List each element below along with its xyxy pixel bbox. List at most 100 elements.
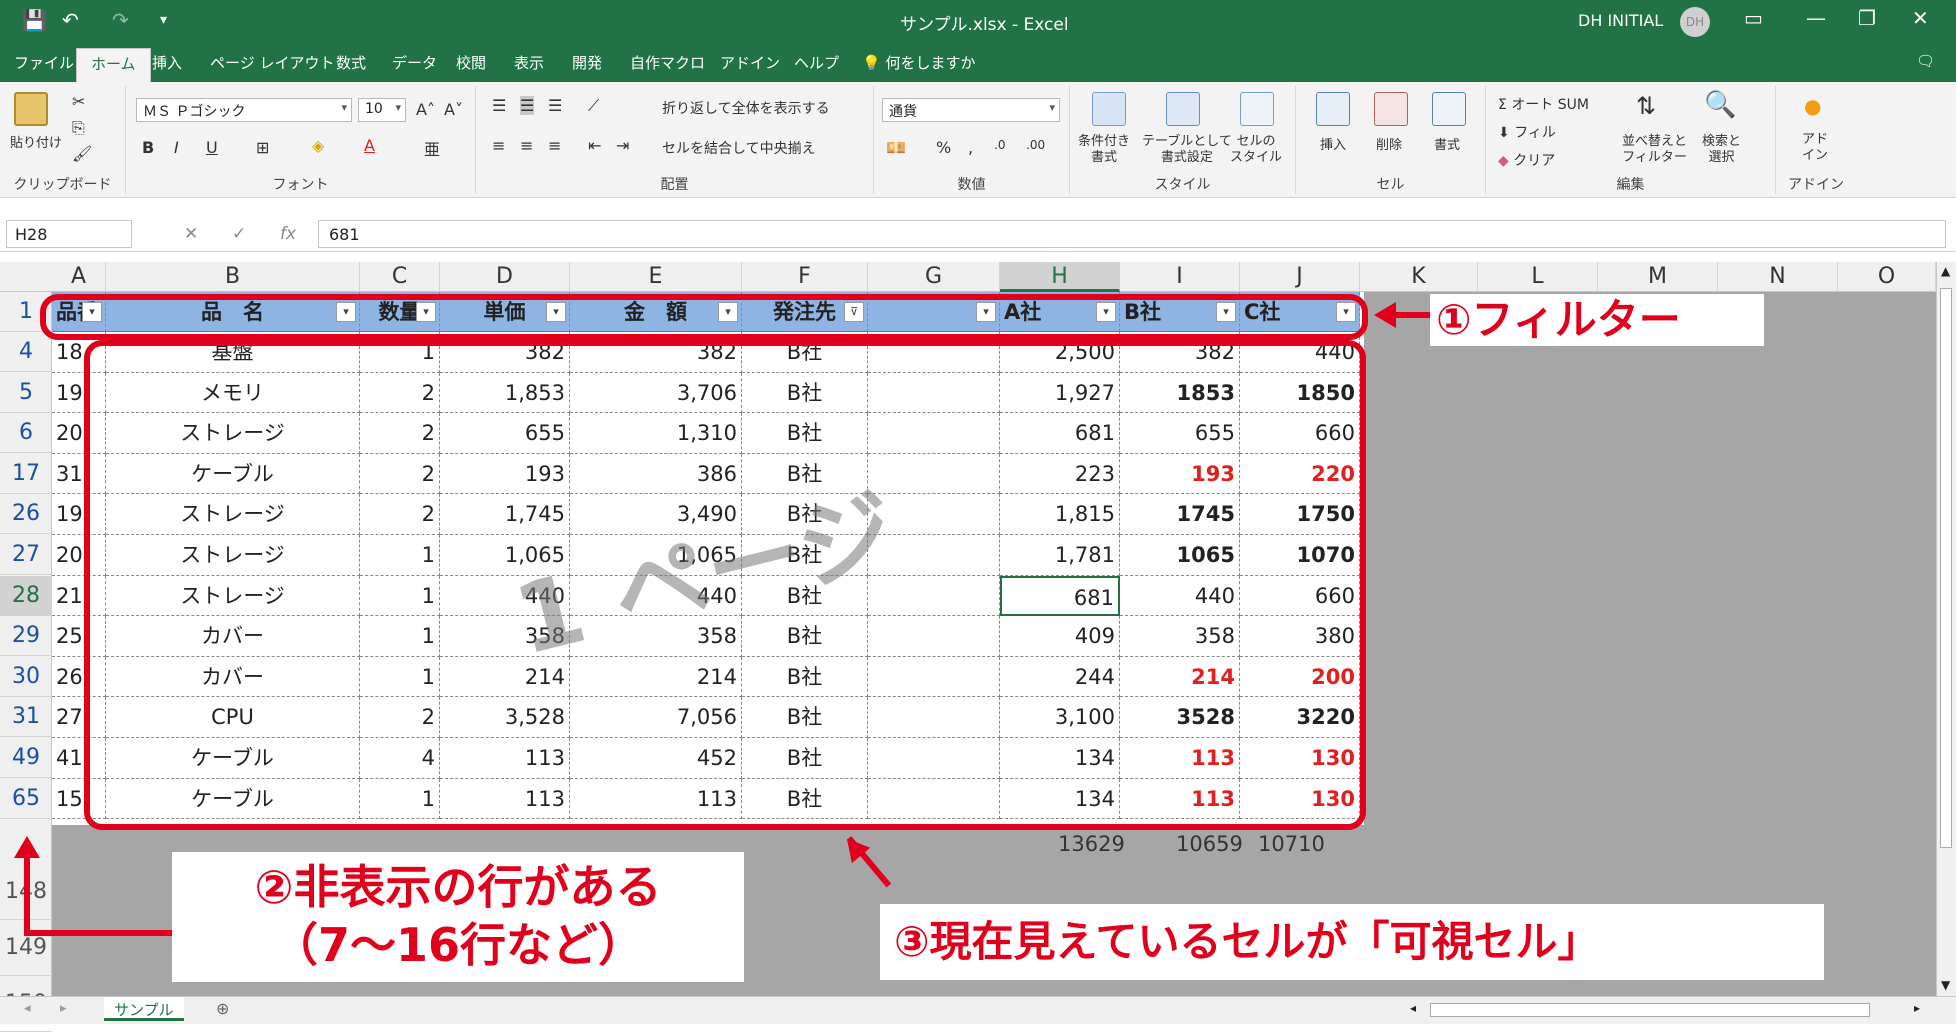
decrease-indent-icon[interactable]: ⇤	[588, 136, 601, 155]
sort-filter-icon[interactable]: ⇅	[1636, 92, 1656, 120]
insert-cells-icon[interactable]	[1316, 92, 1350, 126]
align-middle-icon[interactable]: ☰	[520, 96, 535, 115]
orientation-icon[interactable]: ⟋	[588, 96, 599, 116]
format-painter-icon[interactable]: 🖌	[72, 144, 92, 163]
user-name[interactable]: DH INITIAL	[1578, 11, 1663, 30]
horizontal-scrollbar[interactable]	[1430, 1003, 1870, 1017]
conditional-format-icon[interactable]	[1092, 92, 1126, 126]
cell-styles-button[interactable]: セルの スタイル	[1230, 134, 1282, 166]
find-select-button[interactable]: 検索と 選択	[1702, 134, 1741, 166]
row-header-29[interactable]: 29	[0, 616, 52, 657]
enter-icon[interactable]: ✓	[232, 224, 246, 244]
accounting-format-icon[interactable]: 💴	[886, 138, 906, 157]
paste-button[interactable]: 貼り付け	[10, 132, 62, 151]
formula-input[interactable]: 681	[318, 220, 1946, 248]
align-left-icon[interactable]: ≡	[492, 136, 505, 155]
avatar[interactable]: DH	[1680, 7, 1710, 37]
addins-icon[interactable]: ●	[1804, 94, 1821, 118]
ribbon-display-icon[interactable]: ▭	[1744, 6, 1763, 30]
column-header-F[interactable]: F	[742, 262, 868, 292]
column-header-L[interactable]: L	[1478, 262, 1598, 292]
paste-icon[interactable]	[14, 92, 48, 126]
align-top-icon[interactable]: ☰	[492, 96, 506, 115]
sum-a[interactable]: 13629	[1058, 832, 1125, 856]
autosum-button[interactable]: Σ オート SUM	[1498, 94, 1589, 114]
increase-indent-icon[interactable]: ⇥	[616, 136, 629, 155]
tab-formulas[interactable]: 数式	[336, 52, 366, 73]
tell-me-search[interactable]: 💡 何をしますか	[862, 52, 975, 73]
align-right-icon[interactable]: ≡	[548, 136, 561, 155]
tab-help[interactable]: ヘルプ	[794, 52, 839, 73]
comma-icon[interactable]: ,	[968, 138, 973, 157]
hscroll-left-icon[interactable]: ◂	[1410, 1001, 1416, 1015]
column-header-M[interactable]: M	[1598, 262, 1718, 292]
column-header-K[interactable]: K	[1360, 262, 1478, 292]
redo-icon[interactable]: ↷	[112, 8, 129, 32]
cut-icon[interactable]: ✂	[72, 92, 85, 111]
conditional-format-button[interactable]: 条件付き 書式	[1078, 134, 1130, 166]
minimize-button[interactable]: —	[1806, 6, 1826, 30]
wrap-text-button[interactable]: 折り返して全体を表示する	[662, 98, 830, 118]
undo-icon[interactable]: ↶	[62, 8, 79, 32]
insert-cells-button[interactable]: 挿入	[1320, 134, 1346, 153]
add-sheet-icon[interactable]: ⊕	[216, 999, 229, 1018]
fill-button[interactable]: ⬇ フィル	[1498, 122, 1556, 142]
restore-button[interactable]: ❐	[1858, 6, 1876, 30]
font-name-select[interactable]: ＭＳ Ｐゴシック	[136, 98, 352, 122]
sum-c[interactable]: 10710	[1258, 832, 1325, 856]
select-all-corner[interactable]	[0, 262, 52, 292]
align-bottom-icon[interactable]: ☰	[548, 96, 562, 115]
delete-cells-icon[interactable]	[1374, 92, 1408, 126]
font-size-select[interactable]: 10	[358, 98, 406, 122]
tab-custom-macro[interactable]: 自作マクロ	[630, 52, 705, 73]
row-header-26[interactable]: 26	[0, 494, 52, 535]
sort-filter-button[interactable]: 並べ替えと フィルター	[1622, 134, 1687, 166]
close-button[interactable]: ✕	[1912, 6, 1929, 30]
number-format-select[interactable]: 通貨	[882, 98, 1060, 122]
column-header-E[interactable]: E	[570, 262, 742, 292]
column-header-J[interactable]: J	[1240, 262, 1360, 292]
tab-file[interactable]: ファイル	[14, 52, 74, 73]
phonetic-icon[interactable]: 亜	[424, 136, 440, 160]
vertical-scrollbar[interactable]: ▲ ▼	[1936, 262, 1956, 996]
column-header-H[interactable]: H	[1000, 262, 1120, 292]
next-sheet-icon[interactable]: ▸	[60, 1001, 67, 1016]
italic-button[interactable]: I	[174, 138, 179, 157]
underline-button[interactable]: U	[206, 138, 218, 157]
tab-developer[interactable]: 開発	[572, 52, 602, 73]
insert-function-icon[interactable]: fx	[280, 224, 296, 244]
sum-b[interactable]: 10659	[1176, 832, 1243, 856]
row-header-17[interactable]: 17	[0, 454, 52, 494]
row-header-28[interactable]: 28	[0, 575, 52, 616]
merge-center-button[interactable]: セルを結合して中央揃え	[662, 138, 816, 158]
column-header-C[interactable]: C	[360, 262, 440, 292]
prev-sheet-icon[interactable]: ◂	[24, 1001, 31, 1016]
bold-button[interactable]: B	[142, 138, 154, 157]
tab-page-layout[interactable]: ページ レイアウト	[210, 52, 334, 73]
cell-styles-icon[interactable]	[1240, 92, 1274, 126]
cancel-icon[interactable]: ✕	[184, 224, 198, 244]
fill-color-icon[interactable]: ◈	[312, 136, 324, 155]
copy-icon[interactable]: ⎘	[72, 118, 85, 138]
row-header-49[interactable]: 49	[0, 738, 52, 778]
quick-access-menu-icon[interactable]: ▾	[160, 12, 167, 28]
name-box[interactable]: H28	[6, 220, 132, 248]
tab-addins[interactable]: アドイン	[720, 52, 780, 73]
tab-home[interactable]: ホーム	[76, 48, 151, 82]
delete-cells-button[interactable]: 削除	[1376, 134, 1402, 153]
hscroll-right-icon[interactable]: ▸	[1914, 1001, 1920, 1015]
tab-view[interactable]: 表示	[514, 52, 544, 73]
row-header-4[interactable]: 4	[0, 332, 52, 372]
row-header-27[interactable]: 27	[0, 535, 52, 575]
format-cells-icon[interactable]	[1432, 92, 1466, 126]
column-header-B[interactable]: B	[106, 262, 360, 292]
decrease-decimal-icon[interactable]: .00	[1026, 138, 1045, 152]
font-color-icon[interactable]: A	[364, 136, 375, 155]
format-cells-button[interactable]: 書式	[1434, 134, 1460, 153]
format-as-table-button[interactable]: テーブルとして 書式設定	[1142, 134, 1232, 166]
row-header-65[interactable]: 65	[0, 779, 52, 819]
addins-button[interactable]: アド イン	[1802, 132, 1828, 164]
scroll-thumb[interactable]	[1940, 288, 1952, 848]
shrink-font-icon[interactable]: A˅	[444, 100, 463, 119]
scroll-up-icon[interactable]: ▲	[1941, 264, 1950, 278]
